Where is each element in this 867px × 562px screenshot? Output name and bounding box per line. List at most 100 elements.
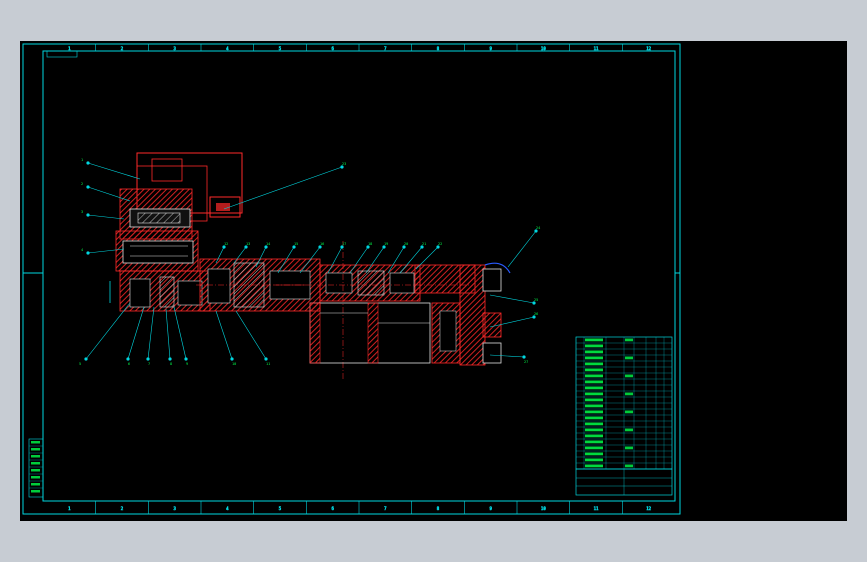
zone-number-top: 5 — [279, 46, 282, 51]
zone-number-top: 11 — [594, 46, 599, 51]
corner-tag — [46, 50, 78, 58]
zone-number-top: 8 — [437, 46, 440, 51]
bom-row-text — [585, 392, 603, 396]
zone-number-bottom: 7 — [384, 506, 387, 511]
balloon-number: 19 — [384, 242, 388, 246]
bom-row-text — [585, 386, 603, 390]
zone-number-top: 4 — [226, 46, 229, 51]
leader-dot — [86, 213, 90, 217]
leader-dot — [230, 357, 234, 361]
leader-dot — [184, 357, 188, 361]
balloon-number: 15 — [294, 242, 298, 246]
lower-housing — [309, 302, 431, 364]
leader-dot — [86, 185, 90, 189]
balloon-number: 23 — [342, 162, 346, 166]
bom-row-text — [585, 416, 603, 420]
zone-number-bottom: 12 — [646, 506, 651, 511]
leader-line — [87, 162, 141, 180]
leader-dot — [146, 357, 150, 361]
bom-row-text — [585, 344, 603, 348]
balloon-number: 26 — [534, 312, 538, 316]
zone-number-bottom: 4 — [226, 506, 229, 511]
zone-number-top: 9 — [489, 46, 492, 51]
bom-row-text — [585, 374, 603, 378]
zone-number-bottom: 1 — [68, 506, 71, 511]
leader-line — [507, 230, 537, 268]
balloon-number: 7 — [148, 362, 150, 366]
balloon-number: 20 — [404, 242, 408, 246]
leader-dot — [264, 357, 268, 361]
leader-line — [173, 306, 187, 360]
zone-number-bottom: 9 — [489, 506, 492, 511]
leader-line — [127, 306, 145, 360]
bom-row-text — [585, 356, 603, 360]
bom-row-text — [585, 410, 603, 414]
revision-stamp-table — [28, 438, 44, 498]
zone-number-bottom: 2 — [121, 506, 124, 511]
bom-row-text — [585, 422, 603, 426]
leader-line — [235, 310, 267, 360]
bom-row-text — [585, 368, 603, 372]
zone-number-bottom: 5 — [279, 506, 282, 511]
bom-row-text — [585, 398, 603, 402]
balloon-number: 17 — [342, 242, 346, 246]
balloon-number: 21 — [422, 242, 426, 246]
balloon-number: 24 — [536, 226, 540, 230]
bom-row-text — [585, 404, 603, 408]
bom-row-text — [585, 380, 603, 384]
zone-number-bottom: 11 — [594, 506, 599, 511]
bom-row-text — [585, 434, 603, 438]
balloon-number: 1 — [81, 158, 83, 162]
leader-dot — [86, 161, 90, 165]
zone-number-bottom: 3 — [173, 506, 176, 511]
balloon-number: 16 — [320, 242, 324, 246]
parts-list-table — [575, 336, 673, 496]
balloon-number: 6 — [128, 362, 130, 366]
bom-row-text — [585, 446, 603, 450]
balloon-number: 2 — [81, 182, 83, 186]
cad-viewport[interactable]: 1 1 2 2 3 3 4 4 5 5 6 6 7 7 8 8 9 9 10 10 11 11 12 12 — [20, 41, 847, 521]
balloon-number: 9 — [186, 362, 188, 366]
zone-number-bottom: 10 — [541, 506, 546, 511]
balloon-number: 11 — [266, 362, 270, 366]
bom-row-text — [585, 458, 603, 462]
bom-row-text — [585, 338, 603, 342]
leader-line — [215, 310, 233, 360]
bom-row-text — [585, 452, 603, 456]
balloon-number: 14 — [266, 242, 270, 246]
zone-number-top: 2 — [121, 46, 124, 51]
zone-number-top: 1 — [68, 46, 71, 51]
balloon-number: 10 — [232, 362, 236, 366]
leader-dot — [126, 357, 130, 361]
leader-dot — [522, 355, 526, 359]
balloon-number: 12 — [224, 242, 228, 246]
leader-line — [165, 308, 171, 360]
bom-row-text — [585, 428, 603, 432]
bom-row-text — [585, 464, 603, 468]
zone-number-top: 6 — [331, 46, 334, 51]
leader-dot — [86, 251, 90, 255]
leader-dot — [168, 357, 172, 361]
zone-number-bottom: 6 — [331, 506, 334, 511]
bom-row-text — [585, 440, 603, 444]
gripper-head — [414, 262, 511, 366]
shaft-train — [196, 241, 470, 379]
zone-number-top: 3 — [173, 46, 176, 51]
balloon-number: 27 — [524, 360, 528, 364]
balloon-number: 8 — [170, 362, 172, 366]
balloon-number: 22 — [438, 242, 442, 246]
bom-row-text — [585, 350, 603, 354]
balloon-number: 18 — [368, 242, 372, 246]
assembly-drawing: 112233445566778899101011111212 12345 6 7… — [22, 43, 681, 515]
leader-line — [147, 306, 155, 360]
leader-line — [85, 302, 131, 360]
balloon-number: 13 — [246, 242, 250, 246]
balloon-number: 4 — [81, 248, 83, 252]
leader-dot — [84, 357, 88, 361]
zone-number-top: 10 — [541, 46, 546, 51]
leader-line — [489, 294, 535, 304]
zone-number-top: 7 — [384, 46, 387, 51]
balloon-number: 5 — [79, 362, 81, 366]
leader-line — [87, 214, 125, 220]
zone-number-top: 12 — [646, 46, 651, 51]
